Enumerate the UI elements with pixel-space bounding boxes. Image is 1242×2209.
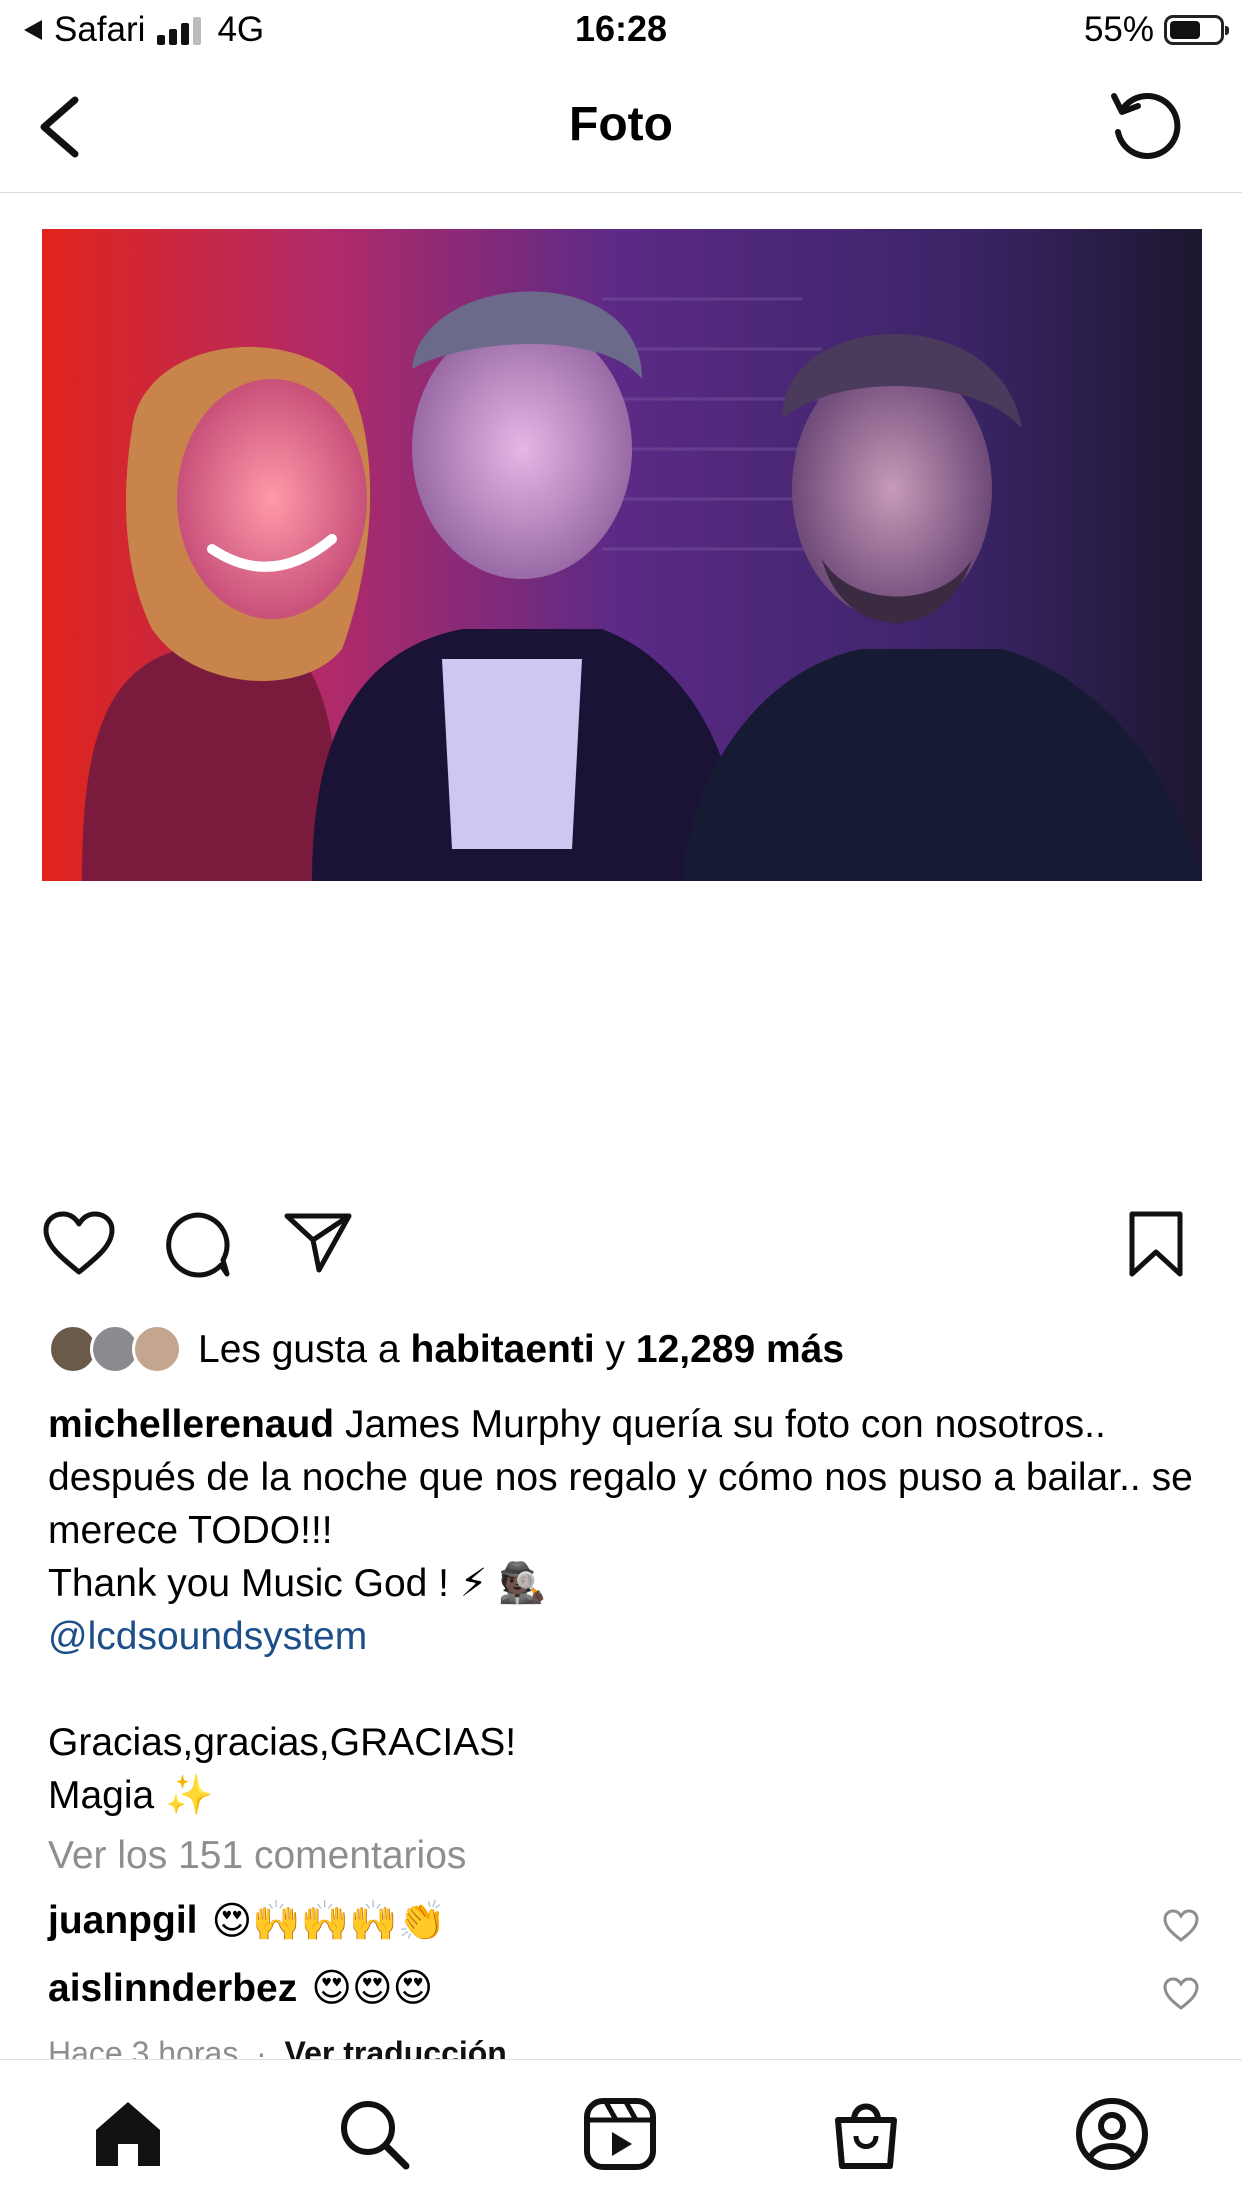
comment-row: aislinnderbez 😍😍😍	[48, 1966, 433, 2011]
status-time: 16:28	[574, 8, 668, 49]
caption-mention[interactable]: @lcdsoundsystem	[48, 1610, 1198, 1663]
status-right: 55%	[1083, 10, 1229, 50]
tab-bar	[0, 2059, 1242, 2209]
comment-user[interactable]: juanpgil	[48, 1899, 198, 1943]
caption-line-4: Magia ✨	[48, 1774, 214, 1818]
comment-like-icon[interactable]	[1162, 1909, 1200, 1943]
liker-avatars	[48, 1322, 184, 1378]
comment-text: 😍😍😍	[311, 1967, 434, 2010]
page-title: Foto	[569, 98, 673, 151]
nav-bar: Foto	[0, 64, 1242, 193]
post-caption: michellerenaud James Murphy quería su fo…	[48, 1398, 1198, 1822]
comment-text: 😍🙌🙌🙌👏	[211, 1900, 447, 1943]
caption-line-3: Gracias,gracias,GRACIAS!	[48, 1721, 517, 1765]
likes-count[interactable]: 12,289 más	[636, 1328, 844, 1372]
battery-icon	[1164, 15, 1229, 45]
likes-connector: y	[605, 1328, 626, 1371]
reels-icon[interactable]	[582, 2096, 658, 2172]
post-actions	[0, 1210, 1242, 1290]
caption-line-2: Thank you Music God ! ⚡ 🕵🏿	[48, 1562, 547, 1606]
likes-summary[interactable]: Les gusta a habitaenti y 12,289 más	[48, 1322, 844, 1378]
search-icon[interactable]	[336, 2096, 412, 2172]
likes-user[interactable]: habitaenti	[411, 1328, 595, 1372]
comment-icon[interactable]	[163, 1210, 233, 1280]
share-send-icon[interactable]	[283, 1210, 353, 1276]
like-heart-icon[interactable]	[42, 1210, 116, 1278]
profile-icon[interactable]	[1074, 2096, 1150, 2172]
comment-user[interactable]: aislinnderbez	[48, 1967, 297, 2011]
home-icon[interactable]	[90, 2096, 166, 2172]
battery-percent: 55%	[1083, 10, 1154, 49]
shop-icon[interactable]	[828, 2096, 904, 2172]
avatar	[132, 1324, 182, 1374]
caption-username[interactable]: michellerenaud	[48, 1403, 334, 1446]
likes-prefix: Les gusta a	[198, 1328, 400, 1371]
photo-image	[42, 229, 1202, 881]
view-comments-link[interactable]: Ver los 151 comentarios	[48, 1834, 466, 1878]
post-photo[interactable]	[42, 229, 1202, 881]
status-bar: Safari 4G 16:28 55%	[0, 0, 1242, 64]
comment-row: juanpgil 😍🙌🙌🙌👏	[48, 1898, 446, 1944]
refresh-icon[interactable]	[1108, 88, 1184, 164]
bookmark-icon[interactable]	[1128, 1210, 1184, 1278]
caption-line: michellerenaud James Murphy quería su fo…	[48, 1398, 1198, 1557]
comment-like-icon[interactable]	[1162, 1977, 1200, 2011]
